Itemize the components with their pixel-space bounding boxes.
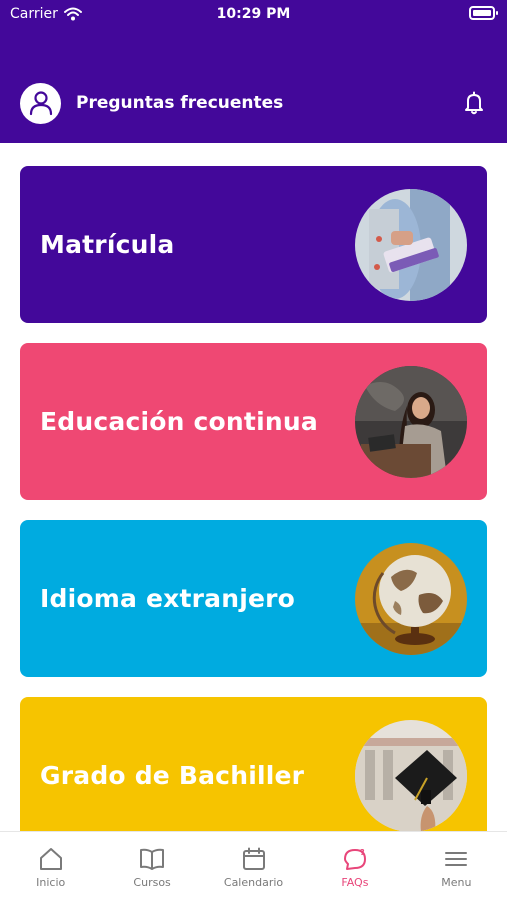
title-row: Preguntas frecuentes [20, 82, 487, 124]
woman-laptop-image [355, 366, 467, 478]
tab-calendario[interactable]: Calendario [203, 832, 304, 900]
calendar-icon [242, 847, 265, 870]
faq-category-list: Matrícula Educación continua Idioma extr… [20, 166, 487, 874]
bell-icon[interactable] [461, 90, 487, 116]
tab-bar: Inicio Cursos Calendario ? FAQs Menu [0, 831, 507, 900]
tab-label: Inicio [36, 876, 66, 889]
globe-image [355, 543, 467, 655]
card-matricula[interactable]: Matrícula [20, 166, 487, 323]
tab-inicio[interactable]: Inicio [0, 832, 101, 900]
tab-cursos[interactable]: Cursos [101, 832, 202, 900]
tab-label: FAQs [341, 876, 369, 889]
tab-label: Menu [441, 876, 472, 889]
tab-faqs[interactable]: ? FAQs [304, 832, 405, 900]
card-idioma-extranjero[interactable]: Idioma extranjero [20, 520, 487, 677]
book-icon [140, 848, 165, 870]
faq-bubble-icon: ? [343, 848, 366, 870]
status-bar: Carrier 10:29 PM [0, 0, 507, 30]
card-label: Educación continua [40, 407, 318, 436]
card-educacion-continua[interactable]: Educación continua [20, 343, 487, 500]
graduation-cap-image [355, 720, 467, 832]
tab-label: Cursos [133, 876, 171, 889]
avatar[interactable] [20, 82, 61, 124]
header: Carrier 10:29 PM Preguntas frecuentes [0, 0, 507, 143]
user-icon [29, 91, 52, 116]
tab-label: Calendario [223, 876, 284, 889]
card-label: Matrícula [40, 230, 175, 259]
battery-icon [469, 6, 498, 20]
tab-menu[interactable]: Menu [406, 832, 507, 900]
home-icon [39, 848, 62, 870]
svg-text:?: ? [360, 848, 365, 857]
card-label: Idioma extranjero [40, 584, 296, 613]
hamburger-icon [445, 852, 468, 866]
page-title: Preguntas frecuentes [76, 93, 284, 113]
status-time: 10:29 PM [216, 6, 291, 22]
student-books-image [355, 189, 467, 301]
